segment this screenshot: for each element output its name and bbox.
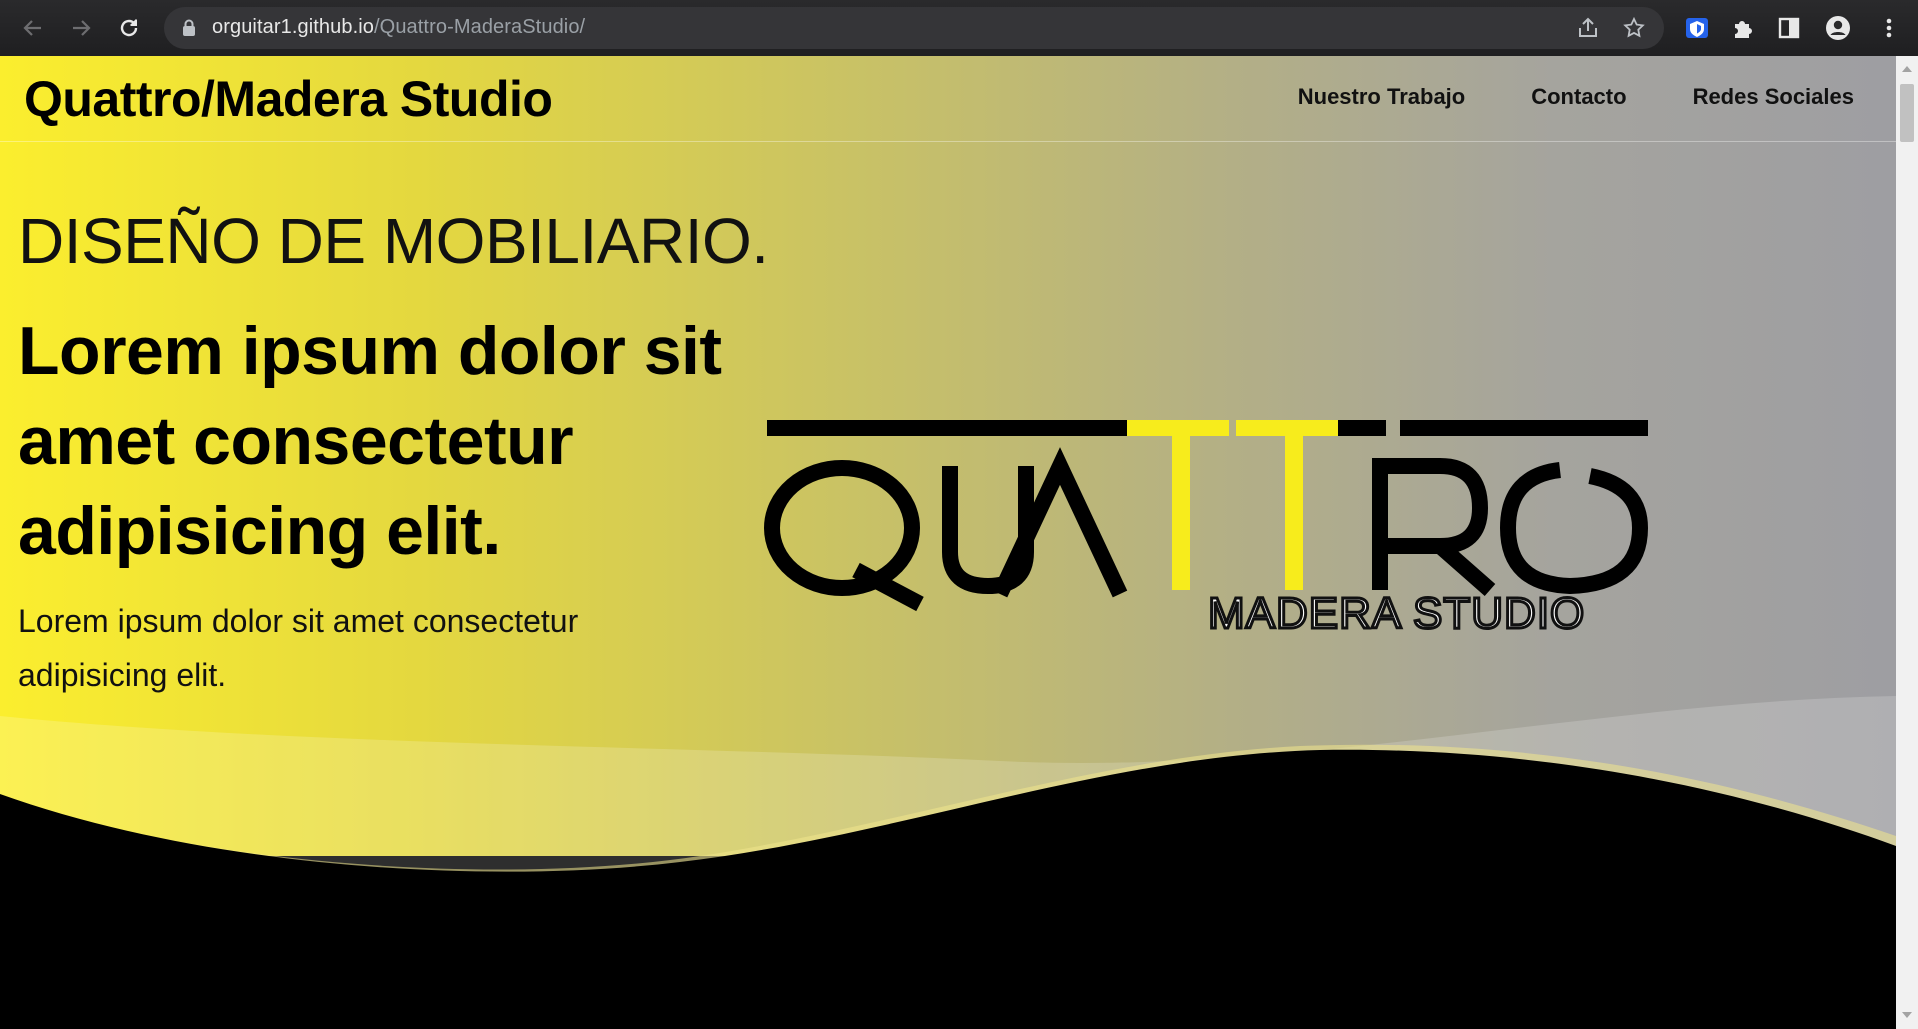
menu-kebab-icon[interactable] <box>1876 15 1902 41</box>
hero-subtitle: DISEÑO DE MOBILIARIO. <box>18 205 769 277</box>
nav-link-nuestro-trabajo[interactable]: Nuestro Trabajo <box>1298 84 1465 110</box>
quattro-logo: MADERA STUDIO <box>764 420 1649 640</box>
nav-link-redes-sociales[interactable]: Redes Sociales <box>1693 84 1854 110</box>
profile-avatar-icon[interactable] <box>1825 15 1851 41</box>
nav-link-contacto[interactable]: Contacto <box>1531 84 1626 110</box>
hero-wave-divider <box>0 696 1896 1029</box>
share-icon[interactable] <box>1576 16 1600 40</box>
forward-arrow-icon <box>73 20 91 36</box>
scroll-up-arrow-icon[interactable] <box>1896 60 1918 78</box>
lock-icon <box>183 19 195 36</box>
url-host: orguitar1.github.io <box>212 16 375 38</box>
scrollbar-thumb[interactable] <box>1900 84 1914 142</box>
url-path: /Quattro-MaderaStudio/ <box>374 16 586 38</box>
extension-shield-icon[interactable] <box>1684 15 1710 41</box>
side-panel-icon[interactable] <box>1776 15 1802 41</box>
browser-toolbar: orguitar1.github.io/Quattro-MaderaStudio… <box>0 0 1918 56</box>
site-nav: Nuestro Trabajo Contacto Redes Sociales <box>1298 84 1854 110</box>
scroll-down-arrow-icon[interactable] <box>1896 1006 1918 1024</box>
page-scrollbar[interactable] <box>1896 56 1918 1029</box>
back-arrow-icon <box>23 20 41 36</box>
site-header: Quattro/Madera Studio Nuestro Trabajo Co… <box>0 56 1896 142</box>
logo-tagline: MADERA STUDIO <box>1208 589 1585 638</box>
forward-button[interactable] <box>62 9 100 47</box>
reload-icon <box>120 19 138 37</box>
back-button[interactable] <box>14 9 52 47</box>
site-brand[interactable]: Quattro/Madera Studio <box>24 70 553 128</box>
reload-button[interactable] <box>110 9 148 47</box>
hero-heading: Lorem ipsum dolor sit amet consectetur a… <box>18 313 722 569</box>
url-text: orguitar1.github.io/Quattro-MaderaStudio… <box>212 16 585 39</box>
bookmark-star-icon[interactable] <box>1622 16 1646 40</box>
page-viewport: Quattro/Madera Studio Nuestro Trabajo Co… <box>0 56 1896 1029</box>
extensions-puzzle-icon[interactable] <box>1730 15 1756 41</box>
address-bar[interactable]: orguitar1.github.io/Quattro-MaderaStudio… <box>164 7 1664 49</box>
